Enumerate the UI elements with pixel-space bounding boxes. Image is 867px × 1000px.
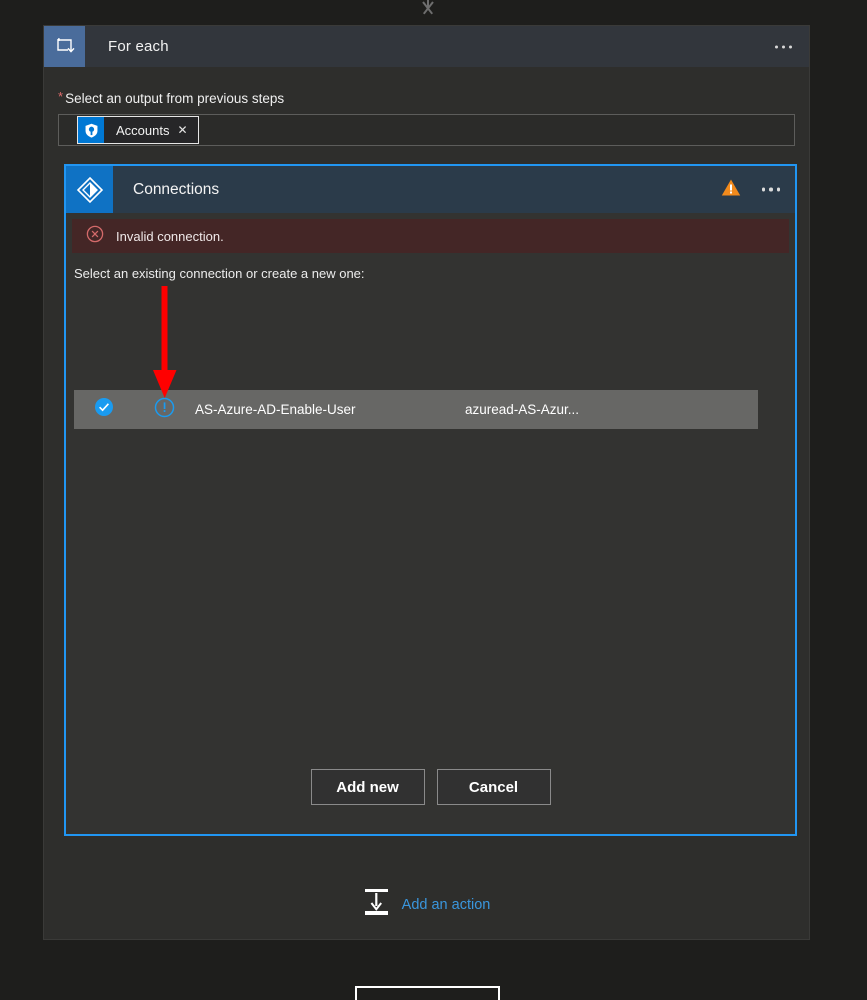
- check-circle-icon[interactable]: [94, 397, 114, 422]
- error-circle-icon: [86, 225, 104, 248]
- dot: [761, 187, 765, 192]
- connection-name: AS-Azure-AD-Enable-User: [195, 402, 356, 417]
- output-field-input[interactable]: Accounts ✕: [58, 114, 795, 146]
- foreach-overflow-menu-button[interactable]: [771, 39, 796, 54]
- connections-title: Connections: [133, 180, 220, 198]
- row-selected-cell[interactable]: [74, 397, 133, 422]
- foreach-title: For each: [108, 38, 169, 55]
- output-field-label-text: Select an output from previous steps: [65, 91, 285, 106]
- foreach-header[interactable]: For each: [44, 26, 809, 67]
- table-row[interactable]: AS-Azure-AD-Enable-User azuread-AS-Azur.…: [74, 390, 758, 429]
- next-card-stub: [355, 986, 500, 1000]
- output-field-label: * Select an output from previous steps: [58, 89, 809, 106]
- insert-action-icon: [363, 888, 390, 921]
- connections-overflow-menu-button[interactable]: [759, 182, 784, 198]
- connections-header-actions: [721, 178, 784, 201]
- close-icon[interactable]: ✕: [175, 124, 197, 136]
- add-new-button[interactable]: Add new: [310, 769, 425, 805]
- invalid-connection-text: Invalid connection.: [116, 228, 224, 244]
- foreach-card: For each * Select an output from previou…: [44, 26, 809, 939]
- info-circle-icon[interactable]: [154, 397, 175, 423]
- dot: [782, 45, 785, 48]
- row-status-cell[interactable]: [133, 397, 195, 423]
- connections-header[interactable]: Connections: [66, 166, 795, 213]
- dot: [775, 45, 778, 48]
- dot: [776, 187, 780, 192]
- required-marker: *: [58, 89, 64, 104]
- invalid-connection-banner: Invalid connection.: [72, 219, 789, 253]
- top-connector-arrow: [418, 0, 438, 18]
- connection-reference: azuread-AS-Azur...: [465, 402, 580, 417]
- accounts-token-label: Accounts: [116, 122, 170, 138]
- connection-instruction: Select an existing connection or create …: [74, 266, 365, 281]
- connections-card: Connections Invalid connection. Select a…: [64, 164, 797, 836]
- add-an-action-label: Add an action: [401, 896, 491, 913]
- accounts-token[interactable]: Accounts ✕: [77, 116, 199, 144]
- loop-icon: [44, 26, 85, 67]
- dot: [789, 45, 792, 48]
- add-an-action-button[interactable]: Add an action: [44, 888, 809, 921]
- cancel-button[interactable]: Cancel: [436, 769, 551, 805]
- connections-buttons: Add new Cancel: [66, 769, 795, 805]
- connections-list: AS-Azure-AD-Enable-User azuread-AS-Azur.…: [74, 390, 758, 429]
- dot: [769, 187, 773, 192]
- shield-account-icon: [78, 117, 104, 143]
- arrow-down-icon: [419, 2, 437, 14]
- connector-diamond-icon: [66, 166, 113, 213]
- warning-triangle-icon[interactable]: [721, 178, 741, 201]
